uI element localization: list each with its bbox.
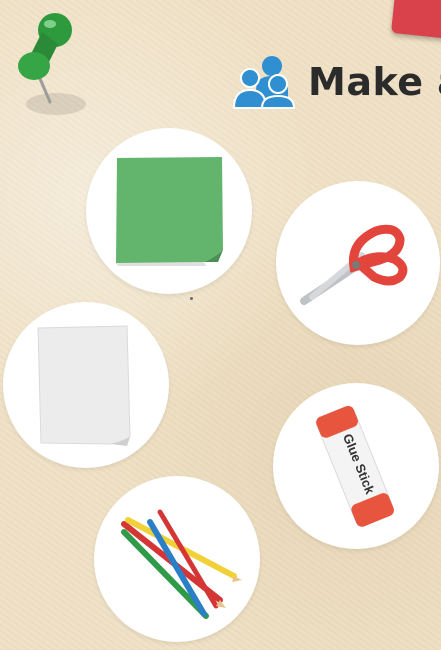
sticky-note-icon	[116, 157, 223, 266]
push-pin-icon	[18, 13, 86, 115]
page-title: Make a	[308, 60, 441, 104]
paper-sheet-icon	[37, 325, 131, 446]
supply-circle-scissors	[276, 181, 440, 345]
page-header: Make a	[232, 52, 441, 112]
glue-stick-icon: Glue Stick	[315, 405, 394, 527]
colored-pencils-icon	[121, 509, 242, 619]
corner-tab	[390, 0, 441, 40]
supply-circle-colored-pencils	[94, 476, 260, 642]
speck	[190, 297, 193, 300]
supply-circle-glue-stick: Glue Stick	[273, 383, 439, 549]
supply-circle-paper	[3, 302, 169, 468]
scissors-icon	[300, 224, 408, 305]
people-icon	[232, 56, 296, 109]
supply-circle-sticky-note	[86, 128, 252, 294]
